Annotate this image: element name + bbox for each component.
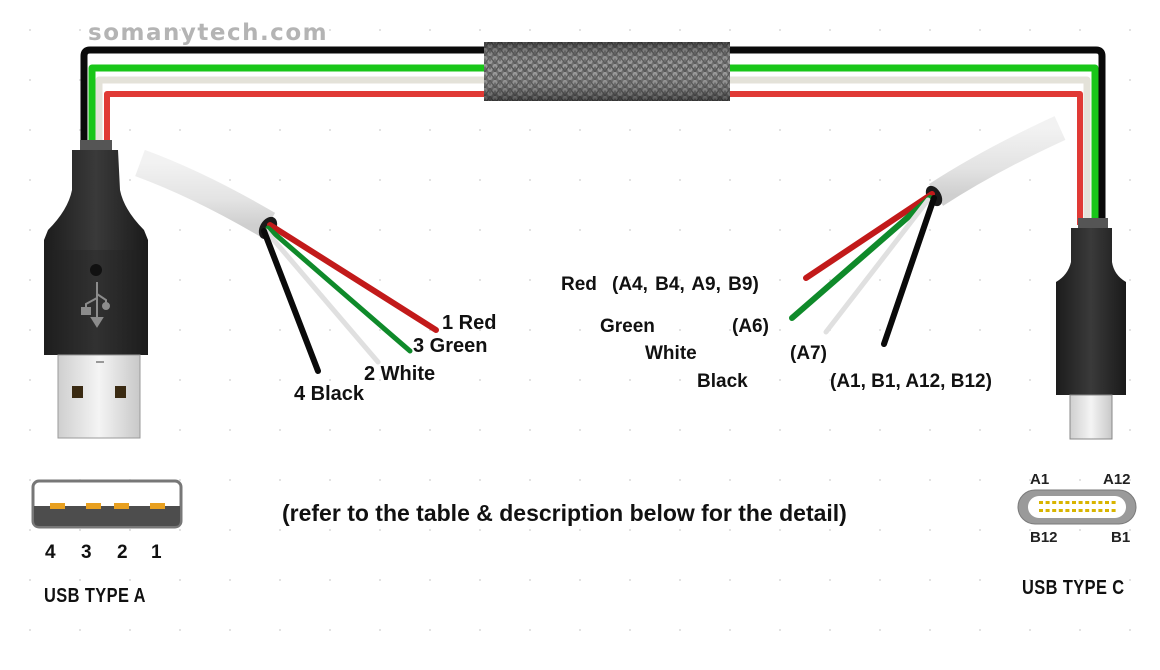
- usb-c-pin-contact: [1091, 509, 1096, 512]
- usb-c-pin-contact: [1111, 501, 1116, 504]
- usb-c-pin-label-top-right: A12: [1103, 471, 1131, 488]
- reference-note: (refer to the table & description below …: [282, 500, 847, 526]
- usb-c-pin-contact: [1105, 501, 1109, 504]
- usb-c-label-green-color: Green: [600, 316, 655, 337]
- usb-c-pin-contact: [1052, 501, 1057, 504]
- usb-a-pin-contact: [150, 503, 165, 509]
- usb-c-label-black-pins: (A1, B1, A12, B12): [830, 371, 992, 392]
- usb-c-pin-contact: [1085, 501, 1090, 504]
- usb-a-label-green: 3 Green: [413, 335, 488, 357]
- usb-c-pin-contact: [1072, 501, 1076, 504]
- watermark-text: somanytech.com: [88, 20, 329, 46]
- usb-c-label-red-pins: (A4, B4, A9, B9): [612, 274, 759, 295]
- usb-c-label-white-color: White: [645, 343, 697, 364]
- usb-c-pin-contact: [1052, 509, 1057, 512]
- usb-a-title: USB TYPE A: [44, 585, 146, 607]
- usb-c-pin-contact: [1058, 501, 1063, 504]
- usb-a-label-red: 1 Red: [442, 312, 497, 334]
- usb-c-pin-label-bottom-right: B1: [1111, 529, 1131, 546]
- usb-c-port-icon: [1017, 489, 1137, 525]
- usb-a-pin-contact: [86, 503, 101, 509]
- usb-wiring-diagram: somanytech.com 1 Red 3 Green 2 White 4 B…: [0, 0, 1160, 665]
- usb-a-pin-number: 3: [81, 542, 92, 563]
- diagram-artwork: [0, 0, 1160, 665]
- usb-c-label-white-pins: (A7): [790, 343, 827, 364]
- usb-a-pin-contact: [114, 503, 129, 509]
- usb-a-label-white: 2 White: [364, 363, 436, 385]
- usb-c-pin-contact: [1085, 509, 1090, 512]
- usb-c-pin-label-top-left: A1: [1030, 471, 1050, 488]
- usb-c-pin-contact: [1098, 509, 1103, 512]
- usb-c-pin-contact: [1072, 509, 1076, 512]
- usb-c-pin-contact: [1039, 509, 1043, 512]
- usb-c-label-black-color: Black: [697, 371, 748, 392]
- usb-c-pin-contact: [1045, 509, 1050, 512]
- usb-c-label-green-pins: (A6): [732, 316, 769, 337]
- usb-a-port-icon: [31, 479, 183, 529]
- usb-c-pin-contact: [1039, 501, 1043, 504]
- usb-c-pin-label-bottom-left: B12: [1030, 529, 1058, 546]
- usb-c-pin-contact: [1105, 509, 1109, 512]
- usb-c-pin-contact: [1098, 501, 1103, 504]
- usb-c-title: USB TYPE C: [1022, 577, 1125, 599]
- usb-c-pin-contact: [1058, 509, 1063, 512]
- usb-a-pin-number: 2: [117, 542, 128, 563]
- usb-a-pin-number: 1: [151, 542, 162, 563]
- usb-a-pin-contact: [50, 503, 65, 509]
- usb-c-pin-contact: [1065, 509, 1070, 512]
- usb-c-pin-contact: [1045, 501, 1050, 504]
- braided-sleeve: [484, 42, 730, 101]
- usb-c-pin-contact: [1065, 501, 1070, 504]
- usb-a-label-black: 4 Black: [294, 383, 365, 405]
- usb-a-pin-number: 4: [45, 542, 56, 563]
- usb-c-label-red-color: Red: [561, 274, 597, 295]
- usb-c-pin-contact: [1091, 501, 1096, 504]
- usb-c-pin-contact: [1111, 509, 1116, 512]
- usb-c-pin-contact: [1078, 509, 1083, 512]
- usb-c-pin-contact: [1078, 501, 1083, 504]
